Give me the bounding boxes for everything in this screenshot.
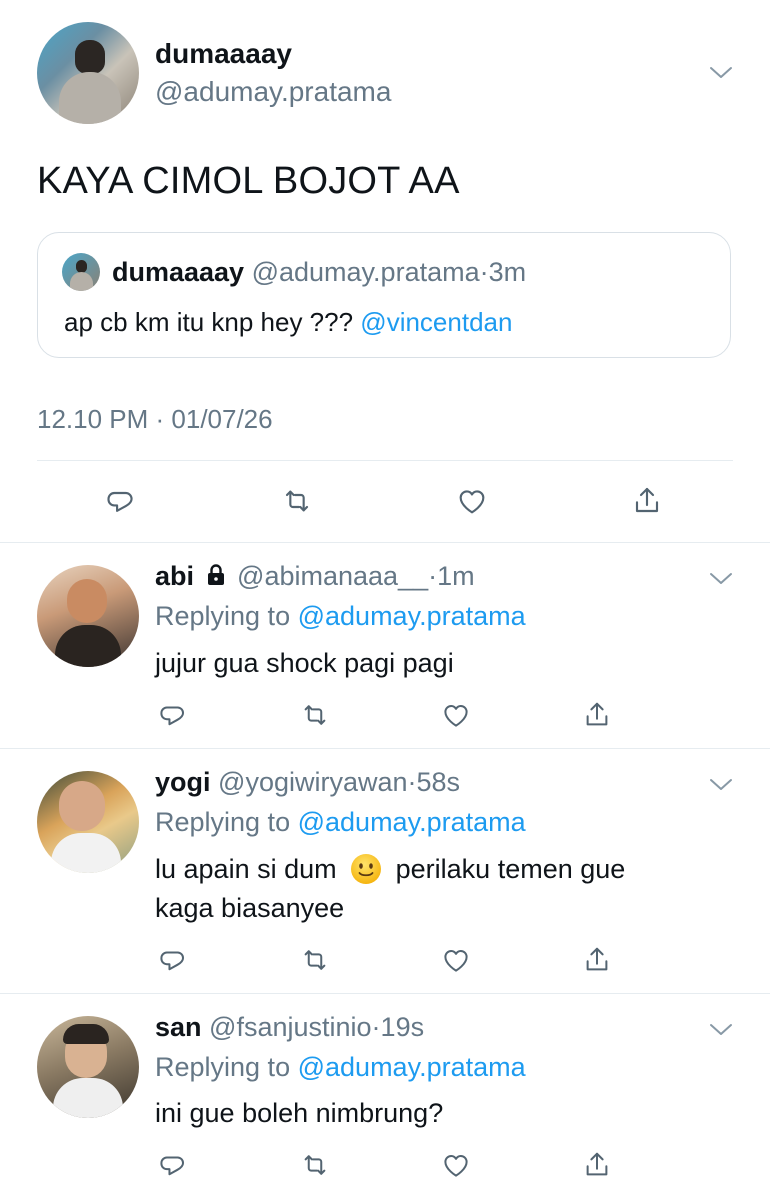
emoji-slightly-smiling-icon (350, 853, 382, 885)
share-icon (582, 700, 612, 730)
retweet-icon (281, 485, 313, 517)
avatar[interactable] (37, 565, 139, 667)
retweet-icon (300, 1150, 330, 1180)
reply-icon (107, 485, 139, 517)
like-button[interactable] (439, 1148, 473, 1182)
display-name[interactable]: yogi (155, 767, 211, 797)
divider (37, 460, 733, 461)
lock-icon (204, 563, 228, 594)
retweet-icon (300, 945, 330, 975)
reply-text: lu apain si dum (155, 854, 337, 884)
divider (0, 993, 770, 994)
like-icon (456, 485, 488, 517)
like-icon (441, 700, 471, 730)
separator-dot: · (407, 767, 417, 797)
divider (0, 748, 770, 749)
time: 1m (437, 561, 475, 591)
retweet-button[interactable] (280, 484, 314, 518)
handle[interactable]: @fsanjustinio (209, 1012, 372, 1042)
reply-text: perilaku temen gue (395, 854, 626, 884)
share-button[interactable] (580, 1148, 614, 1182)
divider (0, 542, 770, 543)
avatar[interactable] (37, 771, 139, 873)
retweet-button[interactable] (298, 698, 332, 732)
share-icon (582, 945, 612, 975)
retweet-button[interactable] (298, 1148, 332, 1182)
reply-icon (160, 945, 190, 975)
reply-button[interactable] (158, 698, 192, 732)
replying-label: Replying to (155, 601, 291, 631)
like-icon (441, 945, 471, 975)
reply-button[interactable] (158, 943, 192, 977)
like-button[interactable] (439, 943, 473, 977)
quote-time: 3m (488, 257, 527, 287)
time: 58s (416, 767, 461, 797)
replying-to-link[interactable]: @adumay.pratama (298, 807, 526, 837)
display-name[interactable]: san (155, 1012, 202, 1042)
handle[interactable]: @yogiwiryawan (218, 767, 407, 797)
tweet-text: KAYA CIMOL BOJOT AA (37, 160, 460, 202)
tweet-timestamp: 12.10 PM · 01/07/26 (37, 404, 273, 434)
like-button[interactable] (439, 698, 473, 732)
display-name[interactable]: abi (155, 561, 194, 591)
handle[interactable]: @adumay.pratama (155, 76, 391, 108)
avatar[interactable] (37, 1016, 139, 1118)
share-button[interactable] (580, 943, 614, 977)
like-button[interactable] (455, 484, 489, 518)
chevron-down-icon[interactable] (708, 776, 734, 792)
mention-link[interactable]: @vincentdan (360, 307, 512, 337)
share-icon (631, 485, 663, 517)
share-button[interactable] (630, 484, 664, 518)
avatar[interactable] (37, 22, 139, 124)
separator-dot: · (479, 257, 489, 287)
replying-label: Replying to (155, 1052, 291, 1082)
share-button[interactable] (580, 698, 614, 732)
retweet-icon (300, 700, 330, 730)
avatar (62, 253, 100, 291)
time: 19s (380, 1012, 425, 1042)
chevron-down-icon[interactable] (708, 64, 734, 80)
reply-button[interactable] (106, 484, 140, 518)
separator-dot: · (428, 561, 438, 591)
handle[interactable]: @abimanaaa__ (237, 561, 428, 591)
replying-to-link[interactable]: @adumay.pratama (298, 1052, 526, 1082)
quote-card[interactable]: dumaaaay @adumay.pratama·3m ap cb km itu… (37, 232, 731, 358)
reply-icon (160, 700, 190, 730)
quote-text: ap cb km itu knp hey ??? (64, 307, 354, 337)
quote-handle: @adumay.pratama (251, 257, 480, 287)
reply-text: kaga biasanyee (155, 893, 345, 923)
separator-dot: · (371, 1012, 381, 1042)
reply-text: jujur gua shock pagi pagi (155, 648, 454, 678)
share-icon (582, 1150, 612, 1180)
reply-text: ini gue boleh nimbrung? (155, 1098, 444, 1128)
display-name[interactable]: dumaaaay (155, 38, 292, 70)
replying-label: Replying to (155, 807, 291, 837)
quote-display-name: dumaaaay (112, 257, 245, 287)
like-icon (441, 1150, 471, 1180)
chevron-down-icon[interactable] (708, 570, 734, 586)
reply-icon (160, 1150, 190, 1180)
replying-to-link[interactable]: @adumay.pratama (298, 601, 526, 631)
reply-button[interactable] (158, 1148, 192, 1182)
retweet-button[interactable] (298, 943, 332, 977)
chevron-down-icon[interactable] (708, 1021, 734, 1037)
